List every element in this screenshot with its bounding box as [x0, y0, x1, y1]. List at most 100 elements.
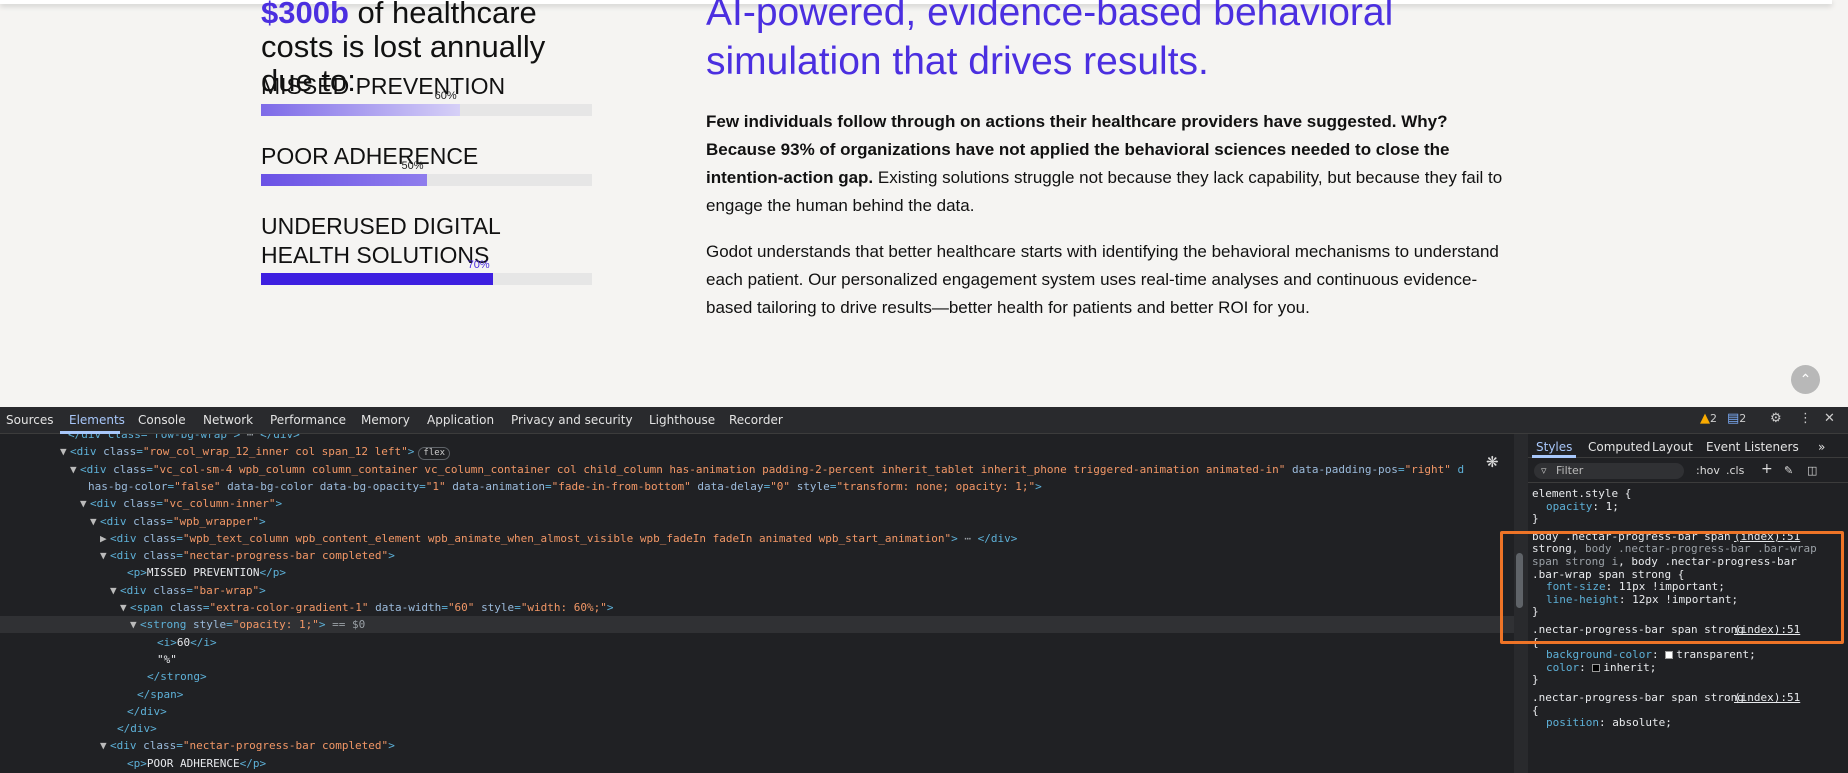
css-rule-text[interactable]: } [1532, 605, 1539, 619]
expand-triangle-down-icon[interactable]: ▼ [120, 599, 130, 616]
css-property-name[interactable]: background-color [1546, 648, 1652, 661]
scrollbar-thumb[interactable] [1516, 553, 1523, 608]
scroll-to-top-button[interactable]: ⌃ [1791, 365, 1820, 394]
expand-triangle-down-icon[interactable]: ▼ [80, 495, 90, 512]
expand-triangle-right-icon[interactable]: ▶ [100, 530, 110, 547]
dom-token: "wpb_wrapper" [172, 514, 259, 528]
css-property-value[interactable]: 1; [1606, 500, 1619, 513]
dom-node[interactable]: has-bg-color = "false" data-bg-color data-… [0, 478, 1514, 495]
devtools-tab-performance[interactable]: Performance [270, 413, 346, 427]
message-icon[interactable]: ▤2 [1727, 411, 1746, 426]
devtools-tab-privacy-and-security[interactable]: Privacy and security [511, 413, 633, 427]
css-property-value[interactable]: inherit; [1603, 661, 1656, 674]
css-declaration[interactable]: color: inherit; [1546, 661, 1656, 675]
expand-triangle-down-icon[interactable]: ▼ [110, 582, 120, 599]
devtools-tab-application[interactable]: Application [427, 413, 494, 427]
flex-badge[interactable]: flex [418, 447, 451, 461]
warning-icon[interactable]: ▲2 [1700, 411, 1717, 426]
dom-token: <p> [127, 566, 147, 580]
css-declaration[interactable]: opacity: 1; [1546, 500, 1619, 514]
styles-tab-event-listeners[interactable]: Event Listeners [1706, 440, 1799, 454]
expand-triangle-down-icon[interactable]: ▼ [100, 547, 110, 564]
new-rule-plus-icon[interactable]: + [1761, 461, 1773, 477]
devtools-tab-memory[interactable]: Memory [361, 413, 410, 427]
css-source-link[interactable]: (index):51 [1734, 691, 1838, 705]
css-rule-text[interactable]: } [1532, 673, 1539, 687]
dom-node[interactable]: ▼ <div class="nectar-progress-bar complet… [0, 737, 1514, 754]
dom-node[interactable]: ▼ <div class="wpb_wrapper"> [0, 513, 1514, 530]
dom-token: = [166, 514, 173, 528]
devtools-tab-network[interactable]: Network [203, 413, 253, 427]
styles-tab-layout[interactable]: Layout [1652, 440, 1693, 454]
dom-token: data-bg-color data-bg-opacity [227, 479, 420, 493]
dom-node[interactable]: <p>POOR ADHERENCE</p> [0, 755, 1514, 772]
accessibility-tree-icon[interactable]: ❋ [1486, 453, 1499, 471]
dom-node[interactable]: </div class="row-bg-wrap"> ⋯ </div> [0, 434, 1514, 443]
dom-node[interactable]: </div> [0, 703, 1514, 720]
devtools-tab-lighthouse[interactable]: Lighthouse [649, 413, 715, 427]
css-property-value[interactable]: 12px !important; [1632, 593, 1738, 606]
expand-triangle-down-icon[interactable]: ▼ [70, 461, 80, 478]
elements-dom-tree[interactable]: </div class="row-bg-wrap"> ⋯ </div> ▼ <div… [0, 434, 1514, 773]
hover-state-toggle[interactable]: :hov [1696, 464, 1720, 477]
settings-gear-icon[interactable]: ⚙ [1770, 411, 1782, 426]
more-options-icon[interactable]: ⋮ [1799, 411, 1812, 426]
css-rule-text[interactable]: { [1532, 704, 1539, 718]
dom-node[interactable]: <i>60</i> [0, 634, 1514, 651]
css-property-value[interactable]: absolute; [1612, 716, 1672, 729]
expand-triangle-down-icon[interactable]: ▼ [90, 513, 100, 530]
expand-triangle-down-icon[interactable]: ▼ [60, 443, 70, 460]
dom-node[interactable]: </div> [0, 720, 1514, 737]
css-property-name[interactable]: position [1546, 716, 1599, 729]
dom-node[interactable]: "%" [0, 651, 1514, 668]
expand-triangle-down-icon[interactable]: ▼ [130, 616, 140, 633]
css-property-value[interactable]: 11px !important; [1619, 580, 1725, 593]
devtools-tab-console[interactable]: Console [138, 413, 186, 427]
css-property-value[interactable]: transparent; [1676, 648, 1755, 661]
devtools-tab-recorder[interactable]: Recorder [729, 413, 783, 427]
class-toggle[interactable]: .cls [1726, 464, 1744, 477]
dom-node[interactable]: ▼ <div class="row_col_wrap_12_inner col s… [0, 443, 1514, 461]
css-source-link[interactable]: (index):51 [1734, 623, 1838, 637]
dom-node[interactable]: ▼ <div class="vc_col-sm-4 wpb_column colu… [0, 461, 1514, 478]
more-tabs-chevron-icon[interactable]: » [1818, 440, 1825, 454]
css-selector-part: .nectar-progress-bar span strong [1532, 623, 1744, 636]
progress-bar-item: MISSED PREVENTION 60% [261, 72, 592, 116]
close-devtools-icon[interactable]: ✕ [1824, 411, 1835, 426]
toggle-sidebar-icon[interactable]: ◫ [1807, 464, 1817, 477]
dom-token: class [169, 601, 203, 614]
paint-brush-icon[interactable]: ✎ [1784, 464, 1793, 477]
css-property-name[interactable]: line-height [1546, 593, 1619, 606]
styles-filter-input[interactable]: ▿ Filter [1534, 463, 1684, 479]
dom-node[interactable]: </strong> [0, 668, 1514, 685]
progress-bar-item: POOR ADHERENCE 50% [261, 142, 592, 186]
css-property-name[interactable]: color [1546, 661, 1579, 674]
dom-node[interactable]: ▼ <span class="extra-color-gradient-1" da… [0, 599, 1514, 616]
progress-bar-percent: 70% [467, 259, 490, 271]
css-declaration[interactable]: line-height: 12px !important; [1546, 593, 1738, 607]
css-rule-text[interactable]: } [1532, 512, 1539, 526]
dom-node[interactable]: ▼ <div class="nectar-progress-bar complet… [0, 547, 1514, 564]
css-rule-text[interactable]: { [1532, 636, 1539, 650]
color-swatch-icon[interactable] [1665, 651, 1674, 660]
dom-node[interactable]: ▼ <div class="bar-wrap"> [0, 582, 1514, 599]
dom-node[interactable]: ▼ <div class="vc_column-inner"> [0, 495, 1514, 512]
dom-node[interactable]: <p>MISSED PREVENTION</p> [0, 564, 1514, 581]
dom-node-selected[interactable]: ▼ <strong style="opacity: 1;"> == $0 [0, 616, 1514, 634]
dom-token: > [1035, 479, 1042, 493]
devtools-tab-sources[interactable]: Sources [6, 413, 53, 427]
dom-node[interactable]: </span> [0, 686, 1514, 703]
dom-node[interactable]: ▶ <div class="wpb_text_column wpb_content… [0, 530, 1514, 547]
css-selector[interactable]: .nectar-progress-bar span strong (index):… [1532, 623, 1844, 637]
styles-tab-styles[interactable]: Styles [1536, 440, 1572, 454]
css-selector[interactable]: .nectar-progress-bar span strong (index):… [1532, 691, 1844, 705]
css-declaration[interactable]: position: absolute; [1546, 716, 1672, 730]
css-property-name[interactable]: font-size [1546, 580, 1606, 593]
styles-tab-computed[interactable]: Computed [1588, 440, 1650, 454]
color-swatch-icon[interactable] [1592, 663, 1601, 672]
css-property-name[interactable]: opacity [1546, 500, 1592, 513]
css-selector-part: .nectar-progress-bar span strong [1532, 691, 1744, 704]
expand-triangle-down-icon[interactable]: ▼ [100, 737, 110, 754]
devtools-tab-elements[interactable]: Elements [69, 413, 125, 427]
dom-token: class [143, 531, 177, 545]
